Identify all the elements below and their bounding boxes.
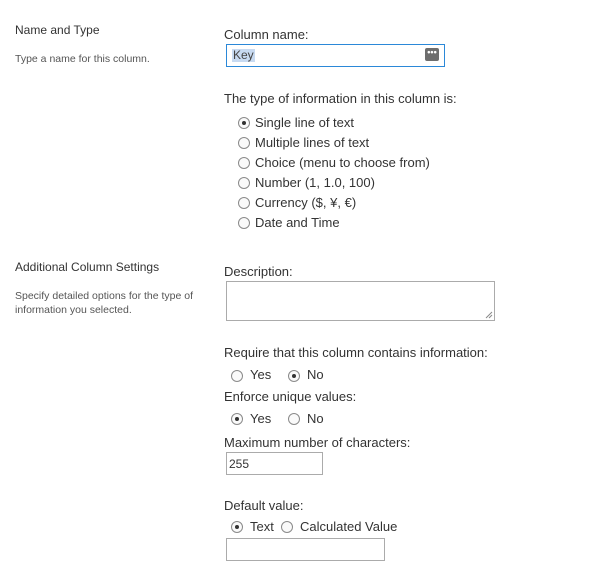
radio-choice[interactable] <box>238 157 250 169</box>
radio-label-single-line-of-text: Single line of text <box>255 115 355 130</box>
radio-default-text[interactable] <box>231 521 243 533</box>
radio-unique-yes[interactable] <box>231 413 243 425</box>
column-name-value: Key <box>232 48 255 62</box>
section-description-name-and-type: Type a name for this column. <box>15 53 150 65</box>
unique-label: Enforce unique values: <box>224 389 357 404</box>
radio-require-yes[interactable] <box>231 370 243 382</box>
section-title-name-and-type: Name and Type <box>15 23 100 37</box>
column-type-label: The type of information in this column i… <box>224 91 457 106</box>
radio-label-multiple-lines-of-text: Multiple lines of text <box>255 135 370 150</box>
description-label: Description: <box>224 264 293 279</box>
radio-number[interactable] <box>238 177 250 189</box>
radio-label-currency: Currency ($, ¥, €) <box>255 195 357 210</box>
radio-label-require-yes: Yes <box>250 367 272 382</box>
column-name-label: Column name: <box>224 27 309 42</box>
default-value-input[interactable] <box>226 538 385 561</box>
radio-single-line-of-text[interactable] <box>238 117 250 129</box>
section-description-additional-settings: Specify detailed options for the type of… <box>15 290 194 316</box>
section-title-additional-settings: Additional Column Settings <box>15 260 160 274</box>
more-options-icon[interactable]: ••• <box>425 48 439 61</box>
radio-label-default-calculated: Calculated Value <box>300 519 398 534</box>
radio-currency[interactable] <box>238 197 250 209</box>
radio-default-calculated[interactable] <box>281 521 293 533</box>
column-name-input[interactable]: Key ••• <box>226 44 445 67</box>
radio-label-default-text: Text <box>250 519 274 534</box>
require-label: Require that this column contains inform… <box>224 345 488 360</box>
resize-grip-icon[interactable] <box>485 311 493 319</box>
radio-label-choice: Choice (menu to choose from) <box>255 155 430 170</box>
radio-unique-no[interactable] <box>288 413 300 425</box>
max-chars-label: Maximum number of characters: <box>224 435 411 450</box>
radio-label-unique-yes: Yes <box>250 411 272 426</box>
radio-multiple-lines-of-text[interactable] <box>238 137 250 149</box>
radio-label-require-no: No <box>307 367 324 382</box>
radio-require-no[interactable] <box>288 370 300 382</box>
radio-date-and-time[interactable] <box>238 217 250 229</box>
radio-label-unique-no: No <box>307 411 324 426</box>
max-chars-input[interactable] <box>226 452 323 475</box>
radio-label-date-and-time: Date and Time <box>255 215 340 230</box>
default-value-label: Default value: <box>224 498 304 513</box>
description-textarea[interactable] <box>226 281 495 321</box>
radio-label-number: Number (1, 1.0, 100) <box>255 175 375 190</box>
